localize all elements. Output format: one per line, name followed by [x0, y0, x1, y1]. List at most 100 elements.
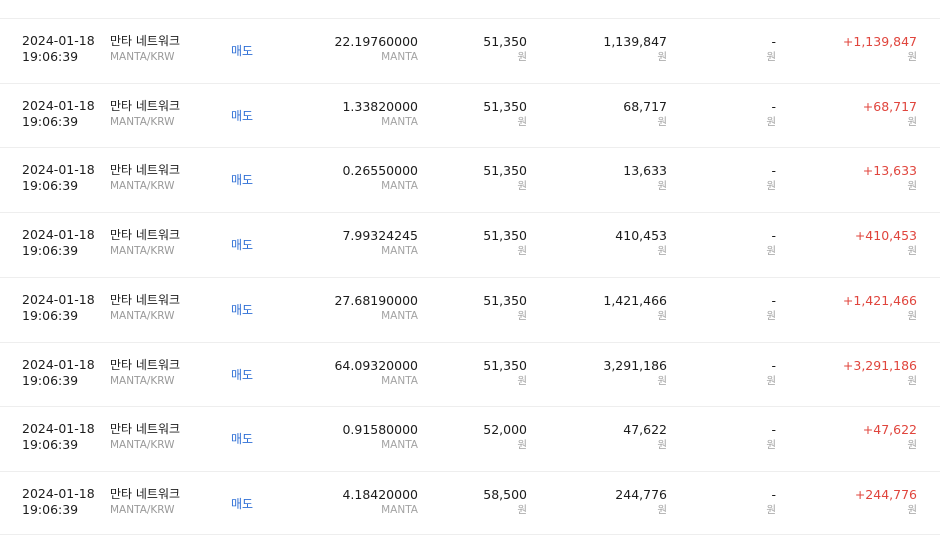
- price-value: 51,350: [483, 292, 527, 308]
- market-name: 만타 네트워크: [110, 163, 181, 178]
- amount-unit: MANTA: [381, 439, 418, 452]
- fee-value: -: [771, 357, 776, 373]
- price-cell: 58,500 원: [427, 487, 527, 551]
- table-row[interactable]: 2024-01-18 19:06:39 만타 네트워크 MANTA/KRW 매도 64.0…: [0, 341, 940, 406]
- price-value: 52,000: [483, 422, 527, 438]
- price-value: 51,350: [483, 34, 527, 49]
- total-unit: 원: [657, 374, 667, 387]
- settlement-unit: 원: [907, 115, 917, 128]
- market-pair: MANTA/KRW: [110, 180, 175, 193]
- total-unit: 원: [657, 51, 667, 63]
- table-row[interactable]: 2024-01-18 19:06:39 만타 네트워크 MANTA/KRW 매도 0.26…: [0, 147, 940, 211]
- amount-unit: MANTA: [381, 503, 418, 516]
- fee-value: -: [771, 163, 776, 179]
- settlement-value: +410,453: [854, 228, 917, 244]
- amount-value: 7.99324245: [342, 228, 418, 244]
- trade-side: 매도: [231, 496, 254, 511]
- amount-value: 0.26550000: [342, 163, 418, 179]
- fee-unit: 원: [766, 374, 776, 387]
- price-unit: 원: [517, 115, 527, 128]
- total-value: 1,139,847: [603, 34, 667, 49]
- trade-datetime: 2024-01-18 19:06:39: [22, 486, 95, 550]
- market-name: 만타 네트워크: [110, 228, 181, 243]
- amount-unit: MANTA: [381, 180, 418, 193]
- market-pair: MANTA/KRW: [110, 374, 175, 387]
- settlement-value: +68,717: [862, 98, 917, 114]
- market-pair: MANTA/KRW: [110, 309, 175, 322]
- amount-unit: MANTA: [381, 51, 418, 63]
- settlement-value: +13,633: [862, 163, 917, 179]
- fee-unit: 원: [766, 115, 776, 128]
- settlement-unit: 원: [907, 245, 917, 258]
- table-row[interactable]: 2024-01-18 19:06:39 만타 네트워크 MANTA/KRW 매도 0.91…: [0, 406, 940, 470]
- total-unit: 원: [657, 439, 667, 452]
- total-value: 13,633: [623, 163, 667, 179]
- trade-time: 19:06:39: [22, 49, 79, 64]
- total-cell: 244,776 원: [537, 487, 667, 551]
- amount-value: 1.33820000: [342, 98, 418, 114]
- market-pair: MANTA/KRW: [110, 245, 175, 258]
- settlement-unit: 원: [907, 51, 917, 63]
- table-row[interactable]: 2024-01-18 19:06:39 만타 네트워크 MANTA/KRW 매도 4.18…: [0, 470, 940, 535]
- market-name: 만타 네트워크: [110, 98, 181, 113]
- market-name: 만타 네트워크: [110, 292, 181, 307]
- trade-time: 19:06:39: [22, 243, 79, 259]
- settlement-unit: 원: [907, 439, 917, 452]
- table-row[interactable]: 2024-01-18 19:06:39 만타 네트워크 MANTA/KRW 매도 27.6…: [0, 276, 940, 341]
- fee-value: -: [771, 34, 776, 49]
- trade-time: 19:06:39: [22, 437, 79, 453]
- trade-date: 2024-01-18: [22, 485, 95, 501]
- total-value: 3,291,186: [603, 357, 667, 373]
- fee-unit: 원: [766, 439, 776, 452]
- fee-unit: 원: [766, 309, 776, 322]
- settlement-unit: 원: [907, 309, 917, 322]
- price-unit: 원: [517, 309, 527, 322]
- price-unit: 원: [517, 439, 527, 452]
- price-value: 51,350: [483, 98, 527, 114]
- table-row[interactable]: 2024-01-18 19:06:39 만타 네트워크 MANTA/KRW 매도 22.1…: [0, 18, 940, 82]
- market-name: 만타 네트워크: [110, 34, 181, 48]
- total-unit: 원: [657, 309, 667, 322]
- amount-value: 64.09320000: [334, 357, 418, 373]
- fee-unit: 원: [766, 503, 776, 516]
- price-value: 58,500: [483, 486, 527, 502]
- market-pair: MANTA/KRW: [110, 115, 175, 128]
- trade-history-table: 2024-01-18 19:06:39 만타 네트워크 MANTA/KRW 매도 22.1…: [0, 0, 940, 544]
- total-value: 244,776: [615, 486, 667, 502]
- fee-value: -: [771, 292, 776, 308]
- amount-unit: MANTA: [381, 245, 418, 258]
- market-name: 만타 네트워크: [110, 357, 181, 372]
- price-unit: 원: [517, 374, 527, 387]
- market-pair: MANTA/KRW: [110, 439, 175, 452]
- trade-time: 19:06:39: [22, 372, 79, 388]
- amount-cell: 4.18420000 MANTA: [258, 487, 418, 551]
- trade-date: 2024-01-18: [22, 227, 95, 243]
- settlement-cell: +244,776 원: [787, 487, 917, 551]
- settlement-unit: 원: [907, 503, 917, 516]
- trade-time: 19:06:39: [22, 307, 79, 323]
- price-unit: 원: [517, 180, 527, 193]
- price-value: 51,350: [483, 228, 527, 244]
- amount-value: 22.19760000: [334, 34, 418, 49]
- fee-value: -: [771, 486, 776, 502]
- amount-unit: MANTA: [381, 115, 418, 128]
- trade-time: 19:06:39: [22, 178, 79, 194]
- fee-value: -: [771, 422, 776, 438]
- settlement-unit: 원: [907, 180, 917, 193]
- total-value: 47,622: [623, 422, 667, 438]
- total-unit: 원: [657, 180, 667, 193]
- price-unit: 원: [517, 245, 527, 258]
- trade-time: 19:06:39: [22, 501, 79, 517]
- fee-value: -: [771, 98, 776, 114]
- market-name: 만타 네트워크: [110, 422, 181, 437]
- total-unit: 원: [657, 115, 667, 128]
- settlement-value: +47,622: [862, 422, 917, 438]
- market-pair: MANTA/KRW: [110, 503, 175, 516]
- price-value: 51,350: [483, 357, 527, 373]
- fee-unit: 원: [766, 51, 776, 63]
- fee-unit: 원: [766, 245, 776, 258]
- amount-unit: MANTA: [381, 309, 418, 322]
- price-value: 51,350: [483, 163, 527, 179]
- table-row[interactable]: 2024-01-18 19:06:39 만타 네트워크 MANTA/KRW 매도 7.99…: [0, 212, 940, 276]
- table-row[interactable]: 2024-01-18 19:06:39 만타 네트워크 MANTA/KRW 매도 1.33…: [0, 82, 940, 147]
